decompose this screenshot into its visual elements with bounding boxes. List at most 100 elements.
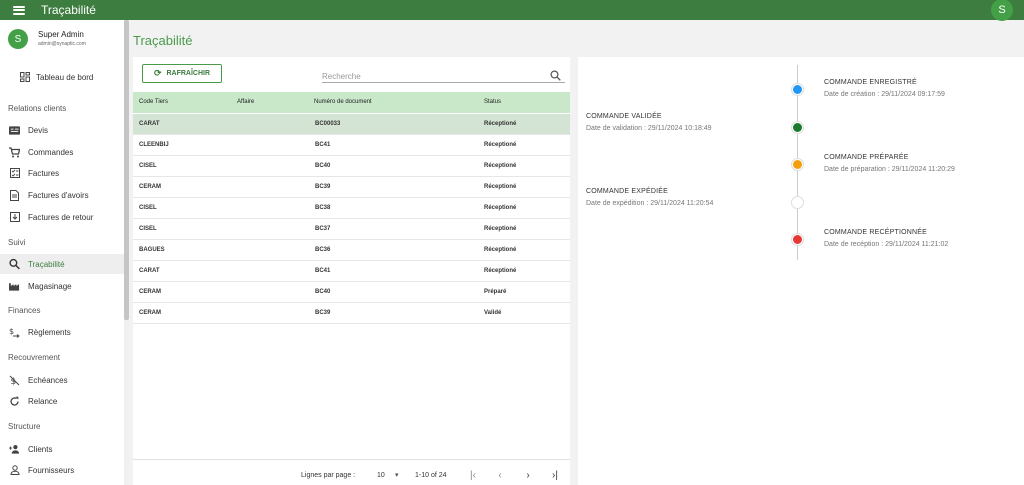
chevron-down-icon[interactable]: ▾ — [395, 471, 399, 479]
top-avatar[interactable]: S — [991, 0, 1013, 21]
sidebar-item-reglements[interactable]: $ Règlements — [0, 322, 124, 342]
cell-numero: BC40 — [315, 289, 331, 295]
column-header-code[interactable]: Code Tiers — [139, 99, 168, 105]
timeline-event-title: COMMANDE RECÉPTIONNÉE — [824, 229, 927, 236]
search-icon[interactable] — [550, 68, 561, 81]
section-structure: Structure — [8, 422, 41, 431]
column-header-affaire[interactable]: Affaire — [237, 99, 254, 105]
table-row[interactable]: BAGUES BC36 Réceptioné — [133, 240, 570, 261]
timeline-dot — [792, 84, 803, 95]
cell-status: Réceptioné — [484, 142, 517, 148]
cell-numero: BC37 — [315, 226, 331, 232]
timeline-event-date: Date de création : 29/11/2024 09:17:59 — [824, 91, 945, 98]
add-person-icon — [9, 444, 20, 455]
table-header: Code Tiers Affaire Numéro de document St… — [133, 92, 570, 113]
rows-per-page-select[interactable]: 10 — [377, 472, 385, 479]
cell-numero: BC38 — [315, 205, 331, 211]
sidebar-item-magasinage[interactable]: Magasinage — [0, 276, 124, 296]
section-suivi: Suivi — [8, 238, 26, 247]
return-document-icon — [9, 212, 20, 223]
previous-page-button[interactable]: ‹ — [494, 469, 506, 481]
cell-code: CISEL — [139, 163, 157, 169]
page-title: Traçabilité — [133, 33, 193, 48]
timeline-event-title: COMMANDE VALIDÉE — [586, 112, 662, 120]
sidebar-item-dashboard[interactable]: Tableau de bord — [0, 67, 124, 87]
timeline-dot — [792, 159, 803, 170]
page-range: 1-10 of 24 — [415, 472, 447, 479]
timeline-event-title: COMMANDE EXPÉDIÉE — [586, 187, 668, 195]
sidebar-item-tracabilite[interactable]: Traçabilité — [0, 254, 124, 274]
sidebar-item-relance[interactable]: Relance — [0, 391, 124, 411]
app-title: Traçabilité — [41, 3, 96, 17]
cell-status: Réceptioné — [484, 268, 517, 274]
table-row[interactable]: CERAM BC40 Préparé — [133, 282, 570, 303]
cell-code: CLEENBIJ — [139, 142, 169, 148]
timeline-dot — [792, 196, 803, 208]
sidebar-item-echeances[interactable]: $ Echéances — [0, 370, 124, 390]
cell-code: CERAM — [139, 289, 161, 295]
timeline-event-date: Date de validation : 29/11/2024 10:18:49 — [586, 124, 712, 132]
table-row[interactable]: CERAM BC39 Validé — [133, 303, 570, 324]
cell-numero: BC40 — [315, 163, 331, 169]
cell-code: CARAT — [139, 121, 160, 127]
cell-numero: BC00033 — [315, 121, 341, 127]
sidebar-scrollbar[interactable] — [124, 20, 129, 320]
avatar: S — [8, 29, 28, 49]
sidebar-item-factures-retour[interactable]: Factures de retour — [0, 207, 124, 227]
cell-status: Réceptioné — [484, 247, 517, 253]
search-input[interactable] — [322, 68, 542, 85]
last-page-button[interactable]: ›| — [549, 469, 561, 481]
table-row[interactable]: CISEL BC38 Réceptioné — [133, 198, 570, 219]
refresh-icon — [9, 396, 20, 407]
table-row[interactable]: CARAT BC41 Réceptioné — [133, 261, 570, 282]
sidebar-item-fournisseurs[interactable]: Fournisseurs — [0, 460, 124, 480]
sidebar-item-devis[interactable]: Devis — [0, 120, 124, 140]
search-icon — [9, 258, 20, 270]
timeline-card: COMMANDE ENREGISTRÉ Date de création : 29… — [578, 57, 1024, 485]
timeline-event-date: Date de expédition : 29/11/2024 11:20:54 — [586, 199, 714, 207]
table-row[interactable]: CISEL BC40 Réceptioné — [133, 156, 570, 177]
document-icon — [9, 189, 20, 201]
refresh-button[interactable]: ⟳ RAFRAÎCHIR — [142, 64, 222, 83]
table-row[interactable]: CARAT BC00033 Réceptioné — [133, 114, 570, 135]
section-finances: Finances — [8, 306, 41, 315]
sidebar-item-factures-avoirs[interactable]: Factures d'avoirs — [0, 185, 124, 205]
factory-icon — [9, 281, 20, 292]
cell-code: CERAM — [139, 310, 161, 316]
cell-code: CISEL — [139, 226, 157, 232]
user-name: Super Admin — [38, 30, 84, 39]
money-off-icon: $ — [9, 375, 20, 386]
column-header-status[interactable]: Status — [484, 99, 501, 105]
timeline-event-title: COMMANDE PRÉPARÉE — [824, 154, 909, 161]
timeline-dot — [792, 234, 803, 245]
cell-status: Réceptioné — [484, 205, 517, 211]
cell-status: Réceptioné — [484, 121, 517, 127]
refresh-icon: ⟳ — [153, 68, 162, 78]
dashboard-icon — [19, 72, 30, 83]
table-row[interactable]: CLEENBIJ BC41 Réceptioné — [133, 135, 570, 156]
orders-table-card: ⟳ RAFRAÎCHIR Code Tiers Affaire Numéro d… — [133, 57, 570, 485]
sidebar: S Super Admin admin@synaptic.com Tableau… — [0, 20, 124, 485]
next-page-button[interactable]: › — [522, 469, 534, 481]
svg-text:$: $ — [9, 327, 14, 336]
cell-status: Réceptioné — [484, 226, 517, 232]
cell-status: Réceptioné — [484, 184, 517, 190]
cart-icon — [9, 146, 20, 158]
sidebar-item-commandes[interactable]: Commandes — [0, 142, 124, 162]
timeline-event-title: COMMANDE ENREGISTRÉ — [824, 79, 917, 86]
rows-per-page-label: Lignes par page : — [301, 472, 356, 479]
table-row[interactable]: CERAM BC39 Réceptioné — [133, 177, 570, 198]
first-page-button[interactable]: |‹ — [467, 469, 479, 481]
cell-code: CISEL — [139, 205, 157, 211]
person-icon — [9, 465, 20, 476]
column-header-numero[interactable]: Numéro de document — [314, 99, 372, 105]
cell-numero: BC41 — [315, 268, 331, 274]
hamburger-menu-icon[interactable] — [13, 5, 25, 15]
timeline-dot — [792, 121, 803, 133]
section-relations-clients: Relations clients — [8, 104, 67, 113]
table-row[interactable]: CISEL BC37 Réceptioné — [133, 219, 570, 240]
table-pagination: Lignes par page : 10 ▾ 1-10 of 24 |‹ ‹ ›… — [133, 459, 570, 485]
sidebar-item-factures[interactable]: Factures — [0, 163, 124, 183]
sidebar-item-clients[interactable]: Clients — [0, 439, 124, 459]
card-icon — [9, 125, 20, 136]
